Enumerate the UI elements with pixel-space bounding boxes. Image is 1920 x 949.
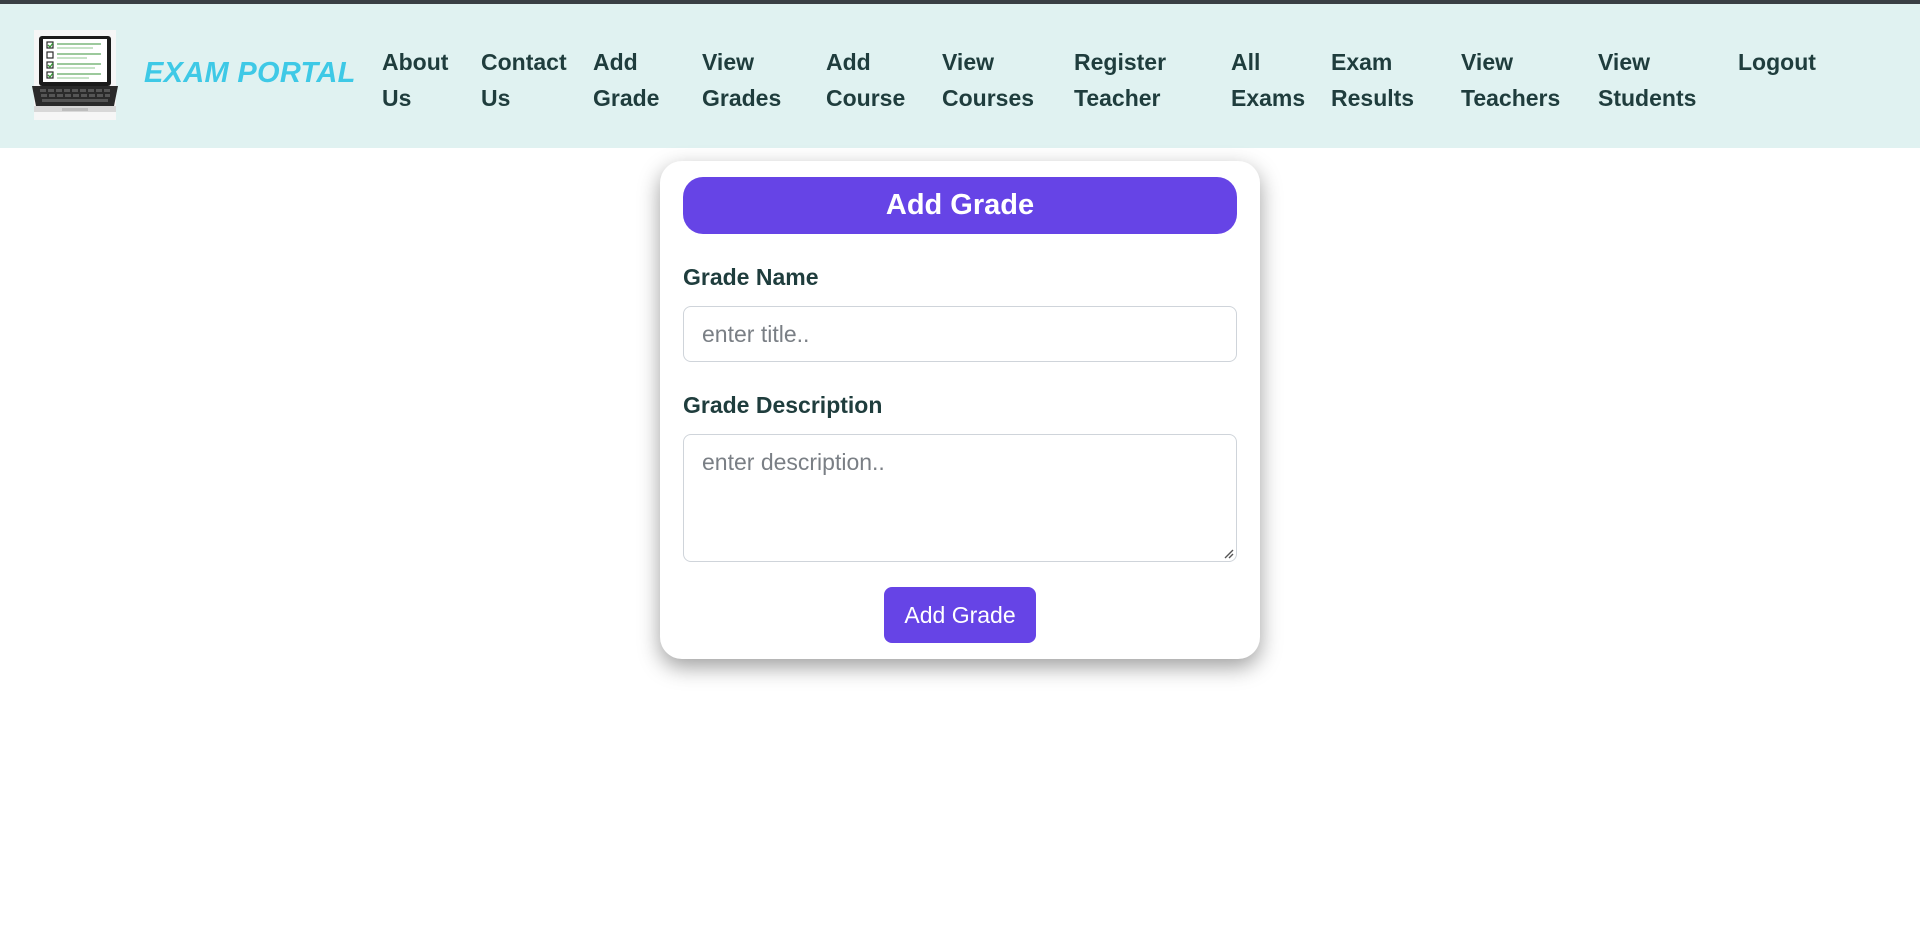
brand[interactable]: EXAM PORTAL (28, 28, 356, 122)
nav-label-line1: Contact (481, 49, 567, 75)
nav-view-grades[interactable]: View Grades (702, 44, 781, 116)
nav-label-line1: All (1231, 49, 1261, 75)
nav-label-line2: Teachers (1461, 85, 1561, 111)
nav-label-line1: Add (593, 49, 638, 75)
add-grade-card: Add Grade Grade Name Grade Description A… (660, 161, 1260, 659)
nav-label-line2: Us (481, 85, 511, 111)
nav-label-line1: View (702, 49, 754, 75)
nav-label-line2: Grades (702, 85, 782, 111)
nav-add-grade[interactable]: Add Grade (593, 44, 659, 116)
nav-label-line2: Exams (1231, 85, 1306, 111)
grade-name-input[interactable] (683, 306, 1237, 362)
grade-description-textarea[interactable] (683, 434, 1237, 562)
grade-description-label: Grade Description (683, 392, 883, 418)
nav-exam-results[interactable]: Exam Results (1331, 44, 1414, 116)
nav-view-students[interactable]: View Students (1598, 44, 1696, 116)
nav-view-teachers[interactable]: View Teachers (1461, 44, 1560, 116)
grade-name-label: Grade Name (683, 264, 819, 290)
form-title: Add Grade (683, 177, 1237, 234)
nav-label-line1: Logout (1738, 49, 1816, 75)
nav-label-line2: Course (826, 85, 906, 111)
nav-add-course[interactable]: Add Course (826, 44, 905, 116)
nav-label-line1: About (382, 49, 449, 75)
nav-view-courses[interactable]: View Courses (942, 44, 1034, 116)
nav-label-line1: Add (826, 49, 871, 75)
nav-label-line1: Register (1074, 49, 1167, 75)
nav-label-line2: Teacher (1074, 85, 1161, 111)
nav-label-line2: Courses (942, 85, 1035, 111)
nav-label-line2: Grade (593, 85, 660, 111)
laptop-checklist-icon (32, 30, 118, 120)
nav-label-line1: View (942, 49, 994, 75)
nav-all-exams[interactable]: All Exams (1231, 44, 1305, 116)
nav-register-teacher[interactable]: Register Teacher (1074, 44, 1166, 116)
resize-grip-icon[interactable] (1222, 547, 1234, 559)
nav-label-line1: View (1461, 49, 1513, 75)
nav-label-line2: Results (1331, 85, 1415, 111)
brand-name: EXAM PORTAL (144, 56, 356, 89)
nav-contact-us[interactable]: Contact Us (481, 44, 567, 116)
nav-label-line1: Exam (1331, 49, 1393, 75)
nav-label-line2: Students (1598, 85, 1697, 111)
nav-label-line2: Us (382, 85, 412, 111)
navbar: EXAM PORTAL About Us Contact Us Add Grad… (0, 4, 1920, 148)
nav-label-line1: View (1598, 49, 1650, 75)
add-grade-button[interactable]: Add Grade (884, 587, 1036, 643)
nav-logout[interactable]: Logout (1738, 44, 1816, 80)
nav-about-us[interactable]: About Us (382, 44, 448, 116)
